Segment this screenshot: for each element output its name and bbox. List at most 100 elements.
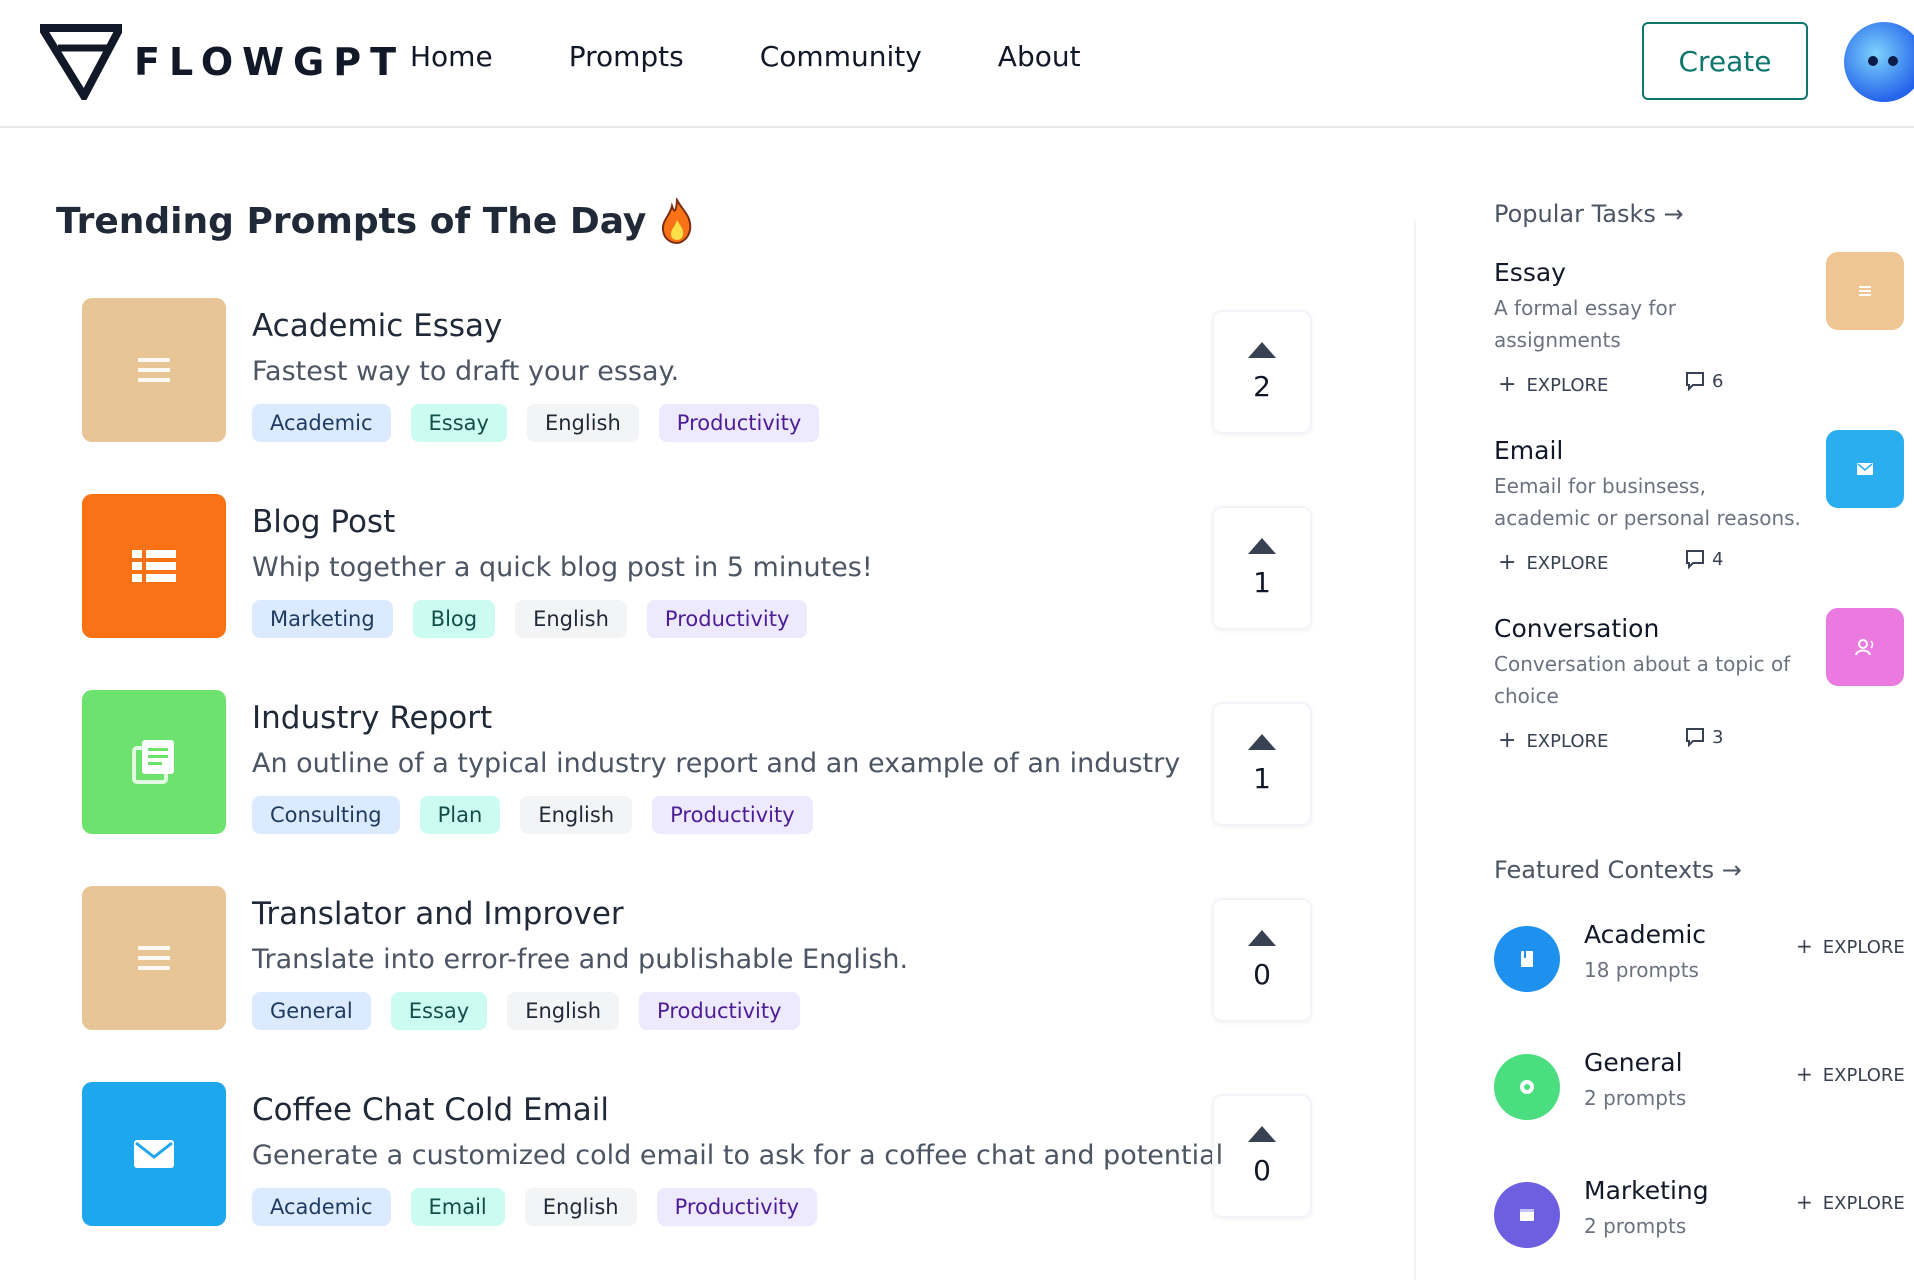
nav-home[interactable]: Home (410, 40, 493, 73)
trending-title: Trending Prompts of The Day (56, 198, 694, 244)
nav-about[interactable]: About (998, 40, 1081, 73)
tag[interactable]: Essay (410, 404, 507, 442)
prompt-card[interactable]: Industry Report An outline of a typical … (82, 690, 1322, 834)
task-thumbnail (1826, 252, 1904, 330)
tag[interactable]: English (507, 992, 620, 1030)
prompt-description: An outline of a typical industry report … (252, 748, 1181, 779)
plus-icon: + (1498, 550, 1517, 575)
plus-icon: + (1796, 1190, 1813, 1214)
vote-count: 0 (1253, 957, 1271, 991)
trending-title-text: Trending Prompts of The Day (56, 200, 647, 242)
upvote-button[interactable]: 1 (1212, 702, 1312, 826)
prompt-card[interactable]: Blog Post Whip together a quick blog pos… (82, 494, 1322, 638)
tag[interactable]: English (524, 1188, 637, 1226)
context-item[interactable]: Marketing 2 prompts + EXPLORE (1494, 1176, 1914, 1256)
tag[interactable]: Productivity (656, 1188, 818, 1226)
context-prompt-count: 2 prompts (1584, 1214, 1687, 1238)
tag[interactable]: Consulting (252, 796, 400, 834)
vote-count: 1 (1253, 761, 1271, 795)
context-title: Academic (1584, 920, 1707, 949)
comment-count[interactable]: 6 (1684, 370, 1723, 392)
tag[interactable]: Academic (252, 404, 391, 442)
prompt-title[interactable]: Industry Report (252, 700, 492, 736)
prompt-tags: Marketing Blog English Productivity (252, 600, 827, 638)
task-card[interactable]: Essay A formal essay for assignments + EX… (1494, 252, 1914, 428)
list-icon (132, 550, 176, 582)
tag[interactable]: Productivity (652, 796, 813, 834)
tag[interactable]: English (526, 404, 639, 442)
upvote-button[interactable]: 2 (1212, 310, 1312, 434)
nav-prompts[interactable]: Prompts (569, 40, 684, 73)
tag[interactable]: Productivity (646, 600, 808, 638)
task-card[interactable]: Conversation Conversation about a topic … (1494, 608, 1914, 784)
upvote-button[interactable]: 0 (1212, 898, 1312, 1022)
plus-icon: + (1796, 934, 1813, 958)
explore-label: EXPLORE (1526, 731, 1609, 752)
explore-label: EXPLORE (1822, 1065, 1905, 1086)
comment-count-value: 3 (1712, 726, 1724, 748)
tag[interactable]: English (520, 796, 633, 834)
document-lines-icon (138, 358, 170, 382)
context-icon (1494, 1182, 1560, 1248)
create-button[interactable]: Create (1642, 22, 1808, 100)
prompt-card[interactable]: Academic Essay Fastest way to draft your… (82, 298, 1322, 442)
prompt-title[interactable]: Coffee Chat Cold Email (252, 1092, 609, 1128)
comment-count[interactable]: 3 (1684, 726, 1723, 748)
avatar-eye (1888, 56, 1898, 66)
tag[interactable]: Productivity (639, 992, 800, 1030)
voice-person-icon (1855, 639, 1874, 656)
task-explore-button[interactable]: + EXPLORE (1498, 372, 1608, 397)
upvote-arrow-icon (1248, 341, 1276, 358)
vote-count: 2 (1253, 369, 1271, 403)
document-lines-icon (1859, 286, 1871, 296)
context-title: General (1584, 1048, 1683, 1077)
comment-count[interactable]: 4 (1684, 548, 1723, 570)
prompt-card[interactable]: Translator and Improver Translate into e… (82, 886, 1322, 1030)
context-explore-button[interactable]: + EXPLORE (1796, 1062, 1905, 1086)
prompt-tags: Academic Email English Productivity (252, 1188, 837, 1226)
fire-icon (662, 198, 692, 244)
tag[interactable]: Marketing (252, 600, 393, 638)
tag[interactable]: Blog (412, 600, 496, 638)
book-icon (1521, 951, 1533, 967)
context-explore-button[interactable]: + EXPLORE (1796, 934, 1905, 958)
context-icon (1494, 1054, 1560, 1120)
context-item[interactable]: Academic 18 prompts + EXPLORE (1494, 920, 1914, 1000)
prompt-title[interactable]: Academic Essay (252, 308, 502, 344)
context-item[interactable]: General 2 prompts + EXPLORE (1494, 1048, 1914, 1128)
upvote-arrow-icon (1248, 929, 1276, 946)
tag[interactable]: Essay (390, 992, 488, 1030)
comment-icon (1686, 728, 1704, 748)
explore-label: EXPLORE (1526, 553, 1609, 574)
task-explore-button[interactable]: + EXPLORE (1498, 550, 1608, 575)
tag[interactable]: Plan (419, 796, 501, 834)
context-explore-button[interactable]: + EXPLORE (1796, 1190, 1905, 1214)
task-card[interactable]: Email Eemail for businsess, academic or … (1494, 430, 1914, 606)
tag[interactable]: Productivity (658, 404, 820, 442)
upvote-arrow-icon (1248, 537, 1276, 554)
prompt-title[interactable]: Blog Post (252, 504, 395, 540)
task-title: Conversation (1494, 614, 1660, 643)
upvote-button[interactable]: 1 (1212, 506, 1312, 630)
comment-icon (1686, 372, 1704, 392)
tag[interactable]: English (515, 600, 627, 638)
nav-community[interactable]: Community (760, 40, 922, 73)
flowgpt-logo[interactable]: FLOWGPT (40, 24, 405, 100)
explore-label: EXPLORE (1822, 937, 1905, 958)
tag[interactable]: Email (410, 1188, 505, 1226)
task-explore-button[interactable]: + EXPLORE (1498, 728, 1608, 753)
avatar[interactable] (1844, 22, 1914, 102)
context-icon (1494, 926, 1560, 992)
popular-tasks-link[interactable]: Popular Tasks → (1494, 200, 1684, 228)
tag[interactable]: General (252, 992, 371, 1030)
tag[interactable]: Academic (252, 1188, 391, 1226)
prompt-thumbnail (82, 690, 226, 834)
plus-icon: + (1498, 728, 1517, 753)
comment-count-value: 4 (1712, 548, 1724, 570)
featured-contexts-link[interactable]: Featured Contexts → (1494, 856, 1742, 884)
upvote-button[interactable]: 0 (1212, 1094, 1312, 1218)
task-description: Eemail for businsess, academic or person… (1494, 474, 1801, 530)
explore-label: EXPLORE (1822, 1193, 1905, 1214)
prompt-card[interactable]: Coffee Chat Cold Email Generate a custom… (82, 1082, 1322, 1226)
prompt-title[interactable]: Translator and Improver (252, 896, 624, 932)
